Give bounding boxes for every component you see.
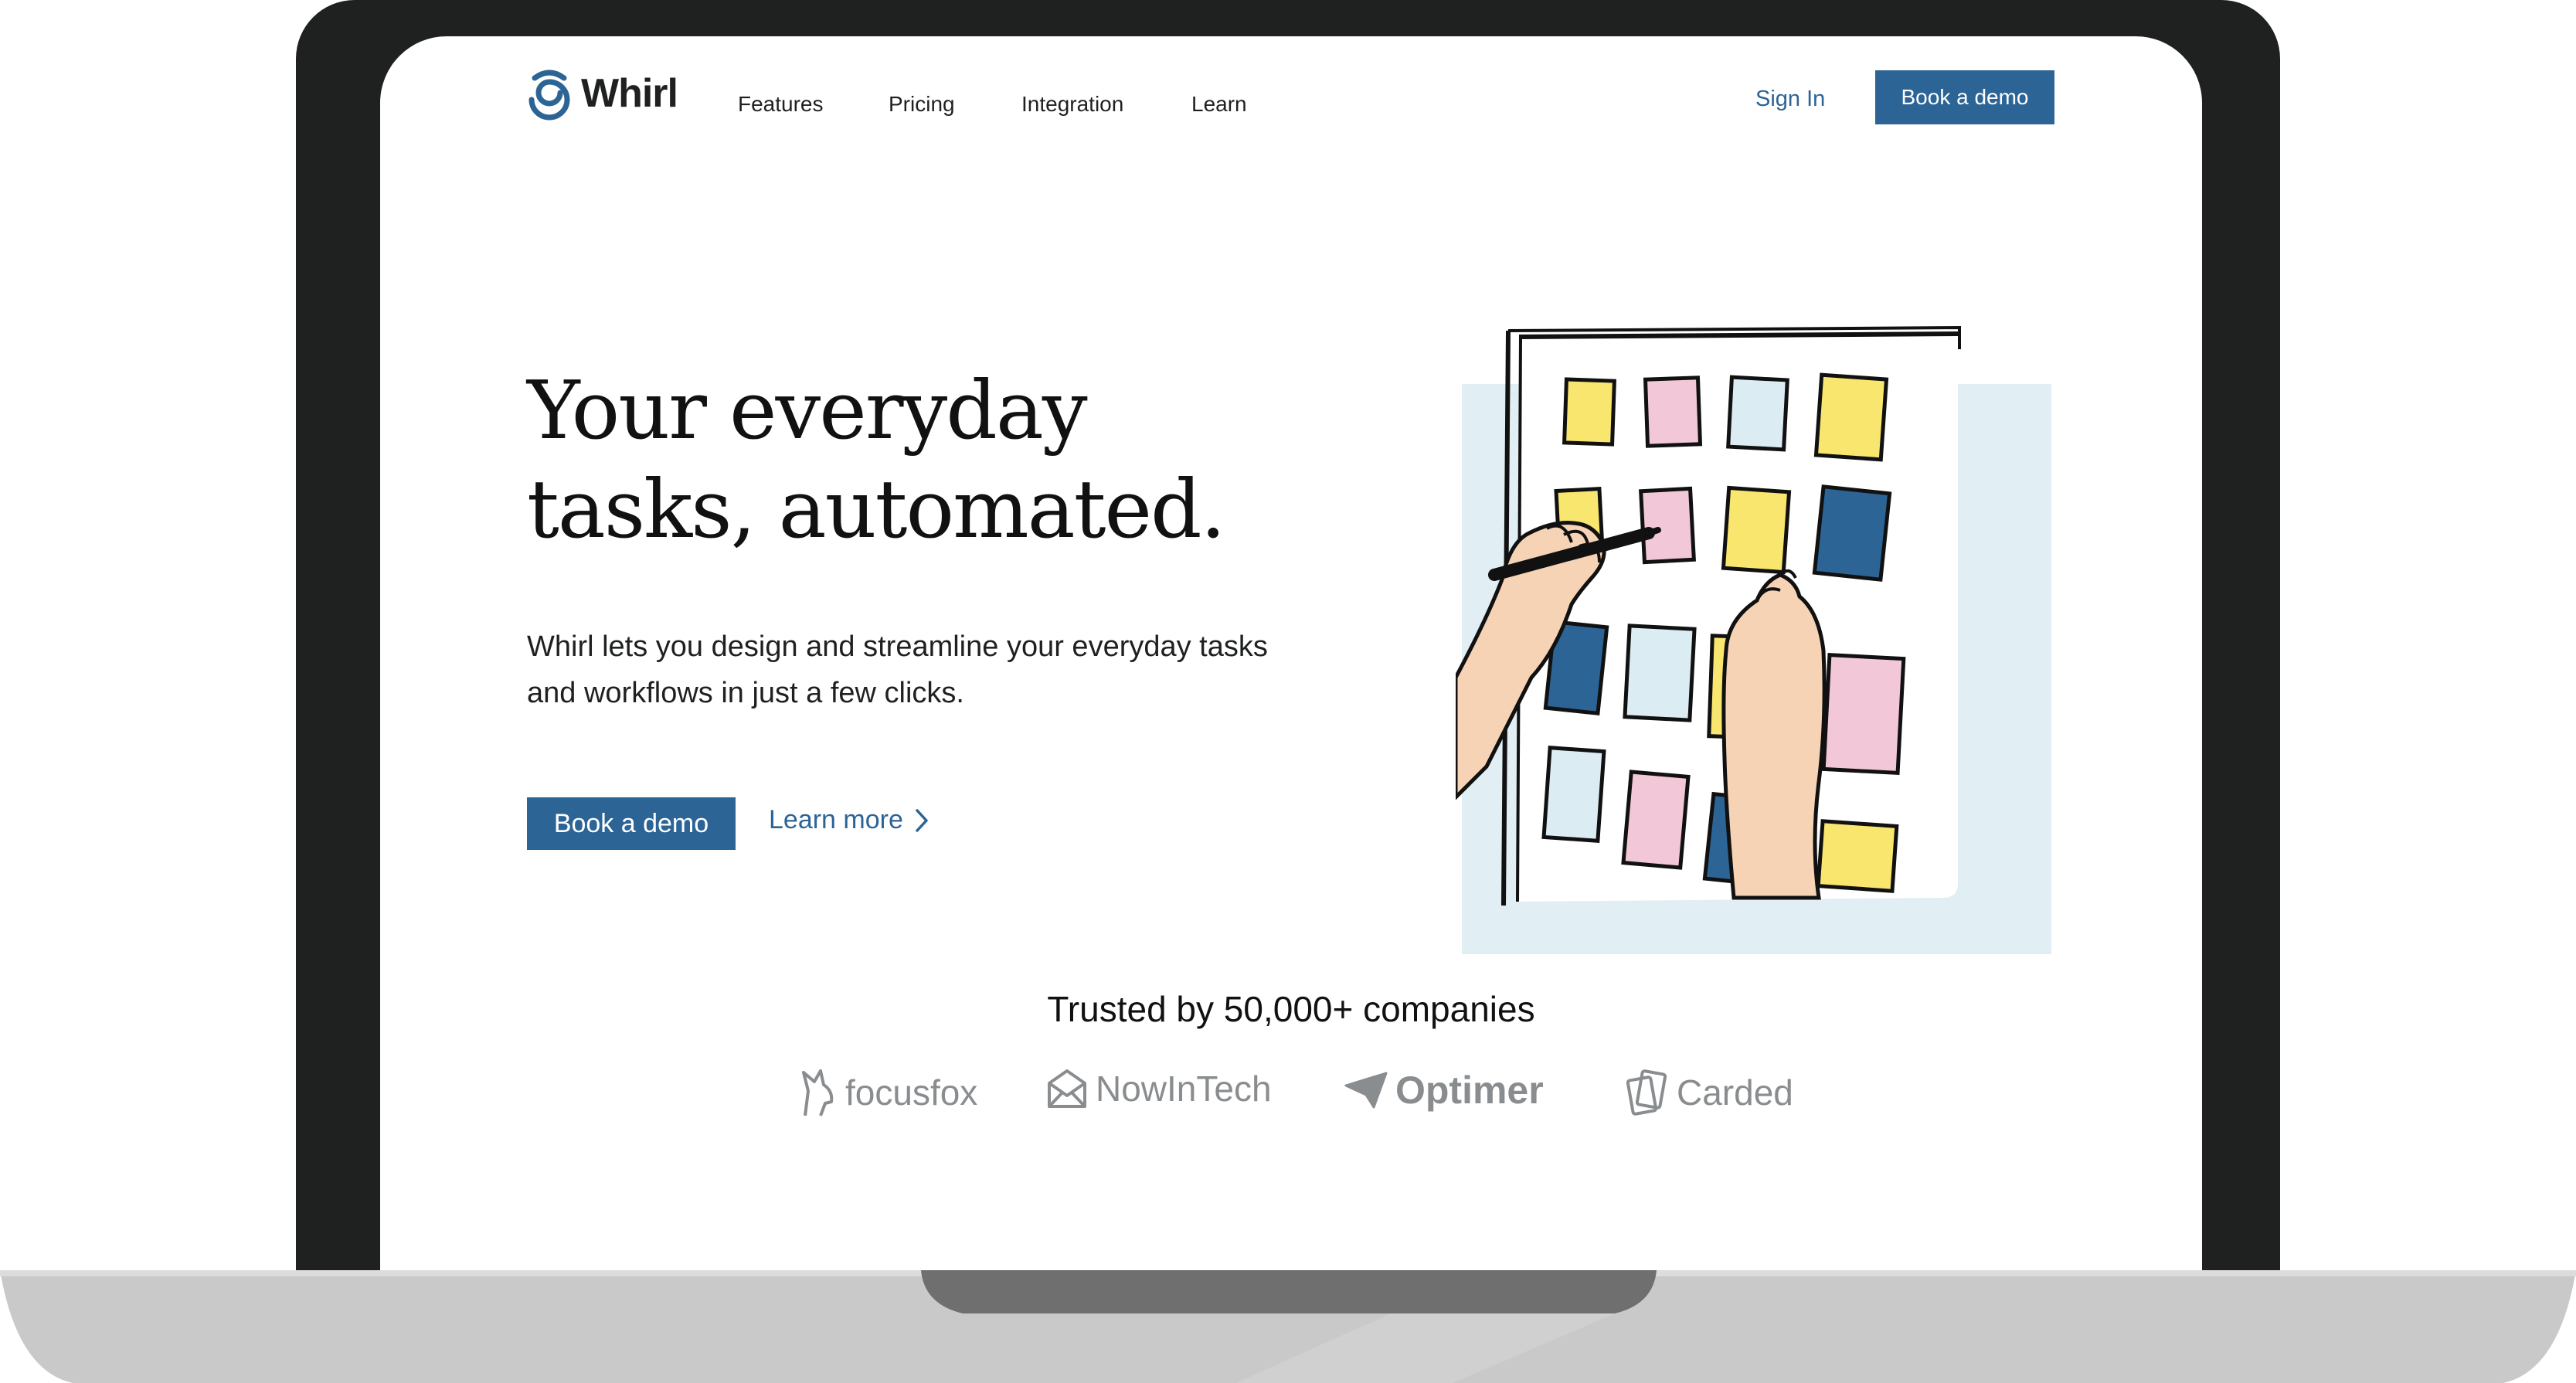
customer-logo-carded: Carded <box>1626 1068 1793 1117</box>
customer-logo-focusfox: focusfox <box>797 1068 977 1117</box>
brand-logo[interactable]: Whirl <box>527 66 678 121</box>
customer-logo-focusfox-name: focusfox <box>845 1072 978 1113</box>
customer-logo-optimer-name: Optimer <box>1395 1069 1544 1112</box>
nav-book-demo-button[interactable]: Book a demo <box>1875 70 2054 124</box>
nav-link-features[interactable]: Features <box>738 92 824 117</box>
customer-logo-optimer: Optimer <box>1344 1068 1544 1113</box>
customer-logo-carded-name: Carded <box>1677 1072 1793 1113</box>
chevron-right-icon <box>916 808 928 832</box>
whirl-logo-icon <box>528 70 570 121</box>
fox-icon <box>802 1069 834 1116</box>
customer-logo-nowintech: NowInTech <box>1046 1068 1272 1109</box>
paper-plane-icon <box>1344 1072 1388 1109</box>
brand-name: Whirl <box>581 71 678 116</box>
sticky-notes-illustration <box>1456 325 2051 954</box>
nav-link-integration[interactable]: Integration <box>1021 92 1123 117</box>
trusted-heading: Trusted by 50,000+ companies <box>1047 989 1535 1029</box>
nav-link-learn[interactable]: Learn <box>1191 92 1247 117</box>
hero-subtitle: Whirl lets you design and streamline you… <box>527 630 1268 709</box>
customer-logo-nowintech-name: NowInTech <box>1096 1069 1272 1109</box>
nav-link-pricing[interactable]: Pricing <box>889 92 955 117</box>
learn-more-link[interactable]: Learn more <box>769 805 929 835</box>
hero-book-demo-button[interactable]: Book a demo <box>527 797 736 850</box>
envelope-icon <box>1048 1069 1086 1108</box>
cards-icon <box>1626 1069 1667 1116</box>
sign-in-link[interactable]: Sign In <box>1755 87 1825 112</box>
hero-title: Your everyday tasks, automated. <box>527 363 1226 556</box>
laptop-screen: Whirl Features Pricing Integration Learn… <box>380 36 2202 1273</box>
laptop-base <box>0 1270 2576 1383</box>
learn-more-label: Learn more <box>769 805 903 834</box>
laptop-mockup: Whirl Features Pricing Integration Learn… <box>0 0 2576 1383</box>
